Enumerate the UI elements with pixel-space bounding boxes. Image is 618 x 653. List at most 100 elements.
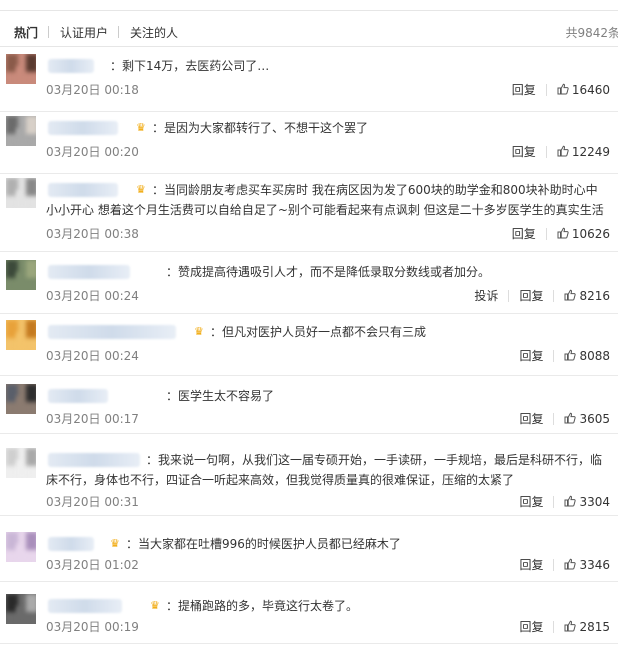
comment-divider [0,251,618,252]
comment-timestamp: 03月20日 00:19 [46,620,139,634]
like-button[interactable]: 3346 [564,557,610,572]
thumbs-up-icon [557,83,569,95]
comment-text: ：当同龄朋友考虑买车买房时 我在病区因为发了600块的助学金和800块补助时心中… [46,183,604,217]
avatar[interactable] [6,260,36,290]
action-separator [553,289,555,302]
comment-actions: 回复 3304 [519,493,610,510]
comment-item: ：医学生太不容易了 03月20日 00:17 回复 3605 [0,380,618,432]
thumbs-up-icon [564,620,577,632]
tab-verified-users[interactable]: 认证用户 [60,24,108,41]
comment-actions: 回复 2815 [519,618,610,635]
reply-button[interactable]: 回复 [519,347,543,364]
avatar[interactable] [6,54,36,84]
comment-actions: 回复 16460 [512,81,610,98]
comment-timestamp: 03月20日 00:24 [46,289,139,303]
like-button[interactable]: 10626 [557,226,610,241]
tab-separator [118,26,119,38]
reply-button[interactable]: 回复 [512,143,536,160]
comment-item: ：赞成提高待遇吸引人才，而不是降低录取分数线或者加分。 03月20日 00:24 投… [0,256,618,312]
comment-text: ：赞成提高待遇吸引人才，而不是降低录取分数线或者加分。 [166,265,491,279]
reply-button[interactable]: 回复 [519,493,543,510]
comment-timestamp: 03月20日 00:20 [46,145,139,159]
comment-text: ：剩下14万，去医药公司了… [110,59,270,73]
like-count: 2815 [579,619,610,634]
like-button[interactable]: 2815 [564,619,610,634]
avatar[interactable] [6,594,36,624]
comment-total-count: 共9842条 [565,26,618,40]
comment-item: ♛ ：是因为大家都转行了、不想干这个罢了 03月20日 00:20 回复 12249 [0,112,618,172]
action-separator [553,495,555,508]
thumbs-up-icon [557,227,569,239]
comment-panel: 热门 认证用户 关注的人 共9842条 ：剩下14万，去医药公司了… 03月20日… [0,0,618,653]
comment-divider [0,643,618,644]
like-count: 8088 [579,348,610,363]
avatar[interactable] [6,320,36,350]
action-separator [553,558,555,571]
comment-filter-tabs: 热门 认证用户 关注的人 共9842条 [0,16,618,46]
like-button[interactable]: 12249 [557,144,610,159]
comment-actions: 回复 10626 [512,225,610,242]
tab-separator [48,26,49,38]
comment-actions: 回复 3605 [519,410,610,427]
avatar[interactable] [6,448,36,478]
comment-divider [0,515,618,516]
comment-item: ：剩下14万，去医药公司了… 03月20日 00:18 回复 16460 [0,50,618,110]
like-count: 8216 [579,288,610,303]
avatar[interactable] [6,116,36,146]
reply-button[interactable]: 回复 [512,81,536,98]
comment-item: ：我来说一句啊，从我们这一届专硕开始，一手读研，一手规培，最后是科研不行，临床不… [0,444,618,514]
action-separator [553,620,555,633]
like-button[interactable]: 3605 [564,411,610,426]
comment-divider [0,375,618,376]
like-button[interactable]: 8216 [564,288,610,303]
comment-item: ♛ ：当同龄朋友考虑买车买房时 我在病区因为发了600块的助学金和800块补助时心… [0,174,618,250]
comment-actions: 回复 12249 [512,143,610,160]
avatar[interactable] [6,384,36,414]
report-button[interactable]: 投诉 [474,287,498,304]
action-separator [508,289,510,302]
like-button[interactable]: 16460 [557,82,610,97]
comment-text: ：提桶跑路的多，毕竟这行太卷了。 [166,599,359,613]
tabs-divider [0,46,618,47]
like-count: 3304 [579,494,610,509]
thumbs-up-icon [564,558,577,570]
reply-button[interactable]: 回复 [519,410,543,427]
avatar[interactable] [6,532,36,562]
reply-button[interactable]: 回复 [519,618,543,635]
comment-divider [0,313,618,314]
thumbs-up-icon [557,145,569,157]
action-separator [545,83,547,96]
comment-item: ♛ ：当大家都在吐槽996的时候医护人员都已经麻木了 03月20日 01:02 回复 3… [0,528,618,580]
reply-button[interactable]: 回复 [519,287,543,304]
like-count: 3346 [579,557,610,572]
top-border [0,0,618,11]
action-separator [553,412,555,425]
thumbs-up-icon [564,289,577,301]
like-count: 16460 [571,82,610,97]
comment-item: ♛ ：提桶跑路的多，毕竟这行太卷了。 03月20日 00:19 回复 2815 [0,590,618,642]
like-button[interactable]: 8088 [564,348,610,363]
comment-text: ：当大家都在吐槽996的时候医护人员都已经麻木了 [126,537,401,551]
comment-timestamp: 03月20日 01:02 [46,558,139,572]
comment-actions: 回复 3346 [519,556,610,573]
tab-hot[interactable]: 热门 [14,24,38,41]
comment-timestamp: 03月20日 00:17 [46,412,139,426]
reply-button[interactable]: 回复 [512,225,536,242]
comment-text: ：医学生太不容易了 [166,389,275,403]
like-button[interactable]: 3304 [564,494,610,509]
action-separator [545,145,547,158]
avatar[interactable] [6,178,36,208]
comment-timestamp: 03月20日 00:31 [46,495,139,509]
action-separator [545,227,547,240]
like-count: 12249 [571,144,610,159]
tab-following[interactable]: 关注的人 [130,24,178,41]
reply-button[interactable]: 回复 [519,556,543,573]
comment-divider [0,581,618,582]
thumbs-up-icon [564,349,577,361]
comment-actions: 投诉 回复 8216 [474,287,610,304]
comment-timestamp: 03月20日 00:18 [46,83,139,97]
comment-item: ♛ ：但凡对医护人员好一点都不会只有三成 03月20日 00:24 回复 8088 [0,316,618,374]
comment-text: ：但凡对医护人员好一点都不会只有三成 [210,325,427,339]
comment-timestamp: 03月20日 00:38 [46,227,139,241]
action-separator [553,349,555,362]
